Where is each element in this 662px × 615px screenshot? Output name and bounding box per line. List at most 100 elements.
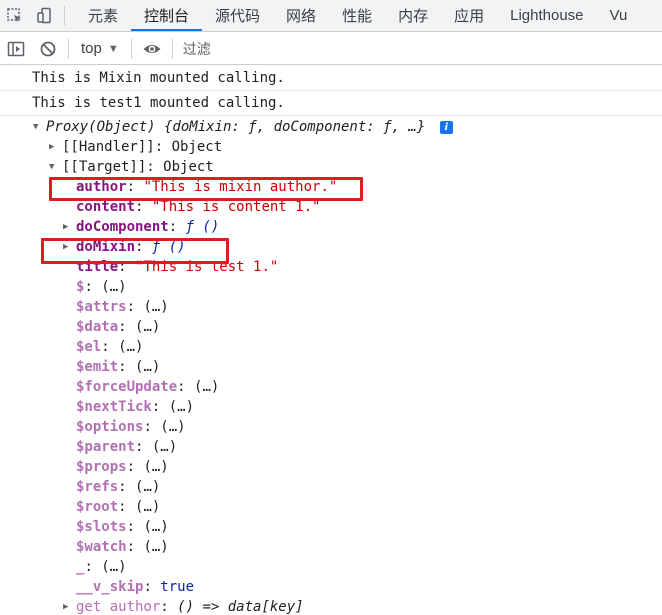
v-skip-property: __v_skip: true: [76, 579, 195, 595]
private-property[interactable]: $emit: (…): [0, 357, 662, 377]
collapsed-triangle-icon[interactable]: ▶: [49, 137, 54, 157]
caret-down-icon: ▼: [107, 42, 119, 55]
proxy-object-row[interactable]: ▼ Proxy(Object) {doMixin: ƒ, doComponent…: [0, 117, 662, 137]
tab-vue[interactable]: Vu: [597, 0, 641, 31]
lazy-ellipsis[interactable]: (…): [194, 379, 219, 395]
content-value: "This is content 1.": [151, 199, 321, 215]
tab-performance[interactable]: 性能: [329, 0, 385, 31]
context-selector[interactable]: top ▼: [73, 40, 127, 57]
target-key: [[Target]]: [62, 159, 147, 175]
expanded-triangle-icon[interactable]: ▼: [49, 157, 54, 177]
lazy-ellipsis[interactable]: (…): [118, 339, 143, 355]
toolbar-separator: [68, 38, 69, 59]
doMixin-key: doMixin: [76, 239, 136, 255]
author-key: author: [76, 179, 127, 195]
lazy-ellipsis[interactable]: (…): [101, 559, 126, 575]
private-property[interactable]: $: (…): [0, 277, 662, 297]
clear-console-icon[interactable]: [32, 33, 64, 65]
handler-value: Object: [171, 139, 223, 155]
private-property[interactable]: $forceUpdate: (…): [0, 377, 662, 397]
doComponent-value: ƒ (): [185, 219, 220, 235]
lazy-ellipsis[interactable]: (…): [135, 359, 160, 375]
lazy-ellipsis[interactable]: (…): [152, 439, 177, 455]
tab-network[interactable]: 网络: [273, 0, 329, 31]
filter-input[interactable]: [176, 32, 662, 65]
tab-application[interactable]: 应用: [441, 0, 497, 31]
private-key: $data: [76, 319, 119, 335]
collapsed-triangle-icon[interactable]: ▶: [63, 597, 68, 615]
live-expression-eye-icon[interactable]: [136, 33, 168, 65]
sidebar-toggle-icon[interactable]: [0, 33, 32, 65]
tab-console[interactable]: 控制台: [131, 0, 203, 31]
private-key: $emit: [76, 359, 119, 375]
private-property[interactable]: $el: (…): [0, 337, 662, 357]
private-property[interactable]: $root: (…): [0, 497, 662, 517]
lazy-ellipsis[interactable]: (…): [135, 319, 160, 335]
tab-lighthouse[interactable]: Lighthouse: [497, 0, 596, 31]
handler-row[interactable]: ▶ [[Handler]]: Object: [0, 137, 662, 157]
doComponent-key: doComponent: [76, 219, 169, 235]
v-skip-key: __v_skip: [76, 579, 144, 595]
lazy-ellipsis[interactable]: (…): [143, 539, 168, 555]
private-property[interactable]: $props: (…): [0, 457, 662, 477]
private-key: $nextTick: [76, 399, 152, 415]
private-property[interactable]: $refs: (…): [0, 477, 662, 497]
private-key: $refs: [76, 479, 119, 495]
doMixin-value: ƒ (): [151, 239, 186, 255]
content-property: content: "This is content 1.": [76, 199, 321, 215]
lazy-ellipsis[interactable]: (…): [135, 479, 160, 495]
private-key: $el: [76, 339, 102, 355]
private-key: $attrs: [76, 299, 127, 315]
private-property[interactable]: $options: (…): [0, 417, 662, 437]
lazy-ellipsis[interactable]: (…): [143, 459, 168, 475]
info-icon[interactable]: i: [439, 121, 453, 134]
private-property[interactable]: _: (…): [0, 557, 662, 577]
author-property: author: "This is mixin author.": [76, 179, 338, 195]
getter-author-property[interactable]: ▶ get author: () => data[key]: [0, 597, 662, 615]
private-property[interactable]: $watch: (…): [0, 537, 662, 557]
lazy-ellipsis[interactable]: (…): [169, 399, 194, 415]
object-tree: ▼ Proxy(Object) {doMixin: ƒ, doComponent…: [0, 116, 662, 615]
private-key: $root: [76, 499, 119, 515]
tab-elements[interactable]: 元素: [75, 0, 131, 31]
toolbar-separator: [171, 38, 173, 59]
private-key: $watch: [76, 539, 127, 555]
content-key: content: [76, 199, 136, 215]
private-property[interactable]: $nextTick: (…): [0, 397, 662, 417]
inspect-element-icon[interactable]: [0, 0, 30, 31]
lazy-ellipsis[interactable]: (…): [143, 519, 168, 535]
private-property[interactable]: $attrs: (…): [0, 297, 662, 317]
tab-sources[interactable]: 源代码: [202, 0, 273, 31]
doMixin-property[interactable]: ▶ doMixin: ƒ (): [0, 237, 662, 257]
tab-memory[interactable]: 内存: [385, 0, 441, 31]
tab-bar-separator: [64, 6, 65, 25]
lazy-ellipsis[interactable]: (…): [143, 299, 168, 315]
private-property[interactable]: $parent: (…): [0, 437, 662, 457]
devtools-tab-bar: 元素 控制台 源代码 网络 性能 内存 应用 Lighthouse Vu: [0, 0, 662, 32]
private-property[interactable]: $slots: (…): [0, 517, 662, 537]
private-key: $props: [76, 459, 127, 475]
proxy-summary: Proxy(Object) {doMixin: ƒ, doComponent: …: [46, 119, 426, 135]
device-toggle-icon[interactable]: [30, 0, 60, 31]
author-value: "This is mixin author.": [143, 179, 338, 195]
console-message: This is Mixin mounted calling.: [0, 66, 662, 91]
console-message: This is test1 mounted calling.: [0, 91, 662, 116]
context-value: top: [81, 40, 102, 57]
getter-author-key: get author: [76, 599, 161, 615]
target-row[interactable]: ▼ [[Target]]: Object: [0, 157, 662, 177]
v-skip-value: true: [160, 579, 195, 595]
collapsed-triangle-icon[interactable]: ▶: [63, 217, 68, 237]
lazy-ellipsis[interactable]: (…): [160, 419, 185, 435]
lazy-ellipsis[interactable]: (…): [135, 499, 160, 515]
collapsed-triangle-icon[interactable]: ▶: [63, 237, 68, 257]
doComponent-property[interactable]: ▶ doComponent: ƒ (): [0, 217, 662, 237]
title-property: title: "This is test 1.": [76, 259, 279, 275]
getter-author-value: () => data[key]: [177, 599, 304, 615]
lazy-ellipsis[interactable]: (…): [101, 279, 126, 295]
console-toolbar: top ▼: [0, 32, 662, 65]
private-key: $forceUpdate: [76, 379, 178, 395]
handler-key: [[Handler]]: [62, 139, 155, 155]
expanded-triangle-icon[interactable]: ▼: [33, 117, 38, 137]
private-property[interactable]: $data: (…): [0, 317, 662, 337]
title-value: "This is test 1.": [135, 259, 279, 275]
